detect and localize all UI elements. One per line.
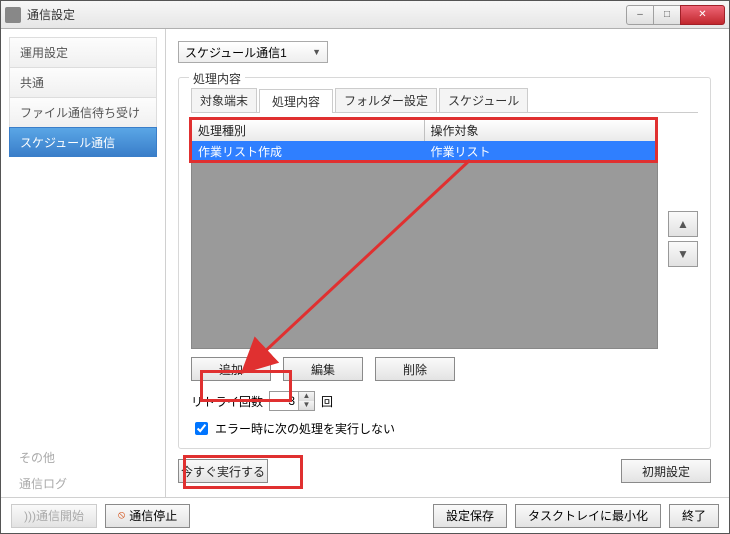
save-settings-button[interactable]: 設定保存 [433, 504, 507, 528]
tab-target-terminal[interactable]: 対象端末 [191, 88, 257, 112]
schedule-select[interactable]: スケジュール通信1 ▼ [178, 41, 328, 63]
button-label: 設定保存 [446, 507, 494, 524]
move-down-button[interactable]: ▼ [668, 241, 698, 267]
title-bar: 通信設定 – □ ✕ [1, 1, 729, 29]
schedule-select-value: スケジュール通信1 [185, 44, 287, 61]
close-button[interactable]: ✕ [680, 5, 725, 25]
tab-process-content[interactable]: 処理内容 [259, 89, 333, 113]
start-comm-button[interactable]: ))) 通信開始 [11, 504, 97, 528]
button-label: 通信停止 [129, 507, 177, 524]
spinner-down-icon[interactable]: ▼ [298, 401, 314, 410]
sidebar-item-common[interactable]: 共通 [9, 67, 157, 97]
col-target[interactable]: 操作対象 [425, 120, 658, 141]
minimize-to-tray-button[interactable]: タスクトレイに最小化 [515, 504, 661, 528]
retry-unit: 回 [321, 393, 333, 410]
execute-now-button[interactable]: 今すぐ実行する [178, 459, 268, 483]
sidebar-item-label: その他 [19, 451, 55, 465]
tab-schedule[interactable]: スケジュール [439, 88, 528, 112]
move-up-button[interactable]: ▲ [668, 211, 698, 237]
minimize-button[interactable]: – [626, 5, 654, 25]
col-process-type[interactable]: 処理種別 [192, 120, 425, 141]
button-label: 通信開始 [36, 507, 84, 524]
stop-icon: ⦸ [118, 509, 125, 522]
sidebar-item-schedule[interactable]: スケジュール通信 [9, 127, 157, 157]
reset-button[interactable]: 初期設定 [621, 459, 711, 483]
sidebar-item-commlog[interactable]: 通信ログ [9, 471, 157, 497]
sidebar-item-label: ファイル通信待ち受け [20, 106, 140, 120]
sidebar-item-file-wait[interactable]: ファイル通信待ち受け [9, 97, 157, 127]
process-group: 処理内容 対象端末 処理内容 フォルダー設定 スケジュール 処理種別 操作対象 … [178, 77, 711, 449]
button-label: タスクトレイに最小化 [528, 507, 648, 524]
tab-label: 処理内容 [272, 95, 320, 109]
button-label: 削除 [403, 361, 427, 378]
tab-label: 対象端末 [200, 94, 248, 108]
sidebar-item-label: 運用設定 [20, 46, 68, 60]
stop-comm-button[interactable]: ⦸ 通信停止 [105, 504, 190, 528]
group-title: 処理内容 [189, 70, 245, 87]
button-label: 追加 [219, 361, 243, 378]
table-row[interactable]: 作業リスト作成 作業リスト [192, 141, 657, 162]
stop-on-error-checkbox[interactable] [195, 422, 208, 435]
app-icon [5, 7, 21, 23]
process-table[interactable]: 処理種別 操作対象 作業リスト作成 作業リスト [191, 119, 658, 349]
add-button[interactable]: 追加 [191, 357, 271, 381]
tab-label: スケジュール [448, 94, 519, 108]
sidebar-item-label: 共通 [20, 76, 44, 90]
footer-bar: ))) 通信開始 ⦸ 通信停止 設定保存 タスクトレイに最小化 終了 [1, 497, 729, 533]
cell-target: 作業リスト [425, 141, 658, 162]
maximize-button[interactable]: □ [653, 5, 681, 25]
delete-button[interactable]: 削除 [375, 357, 455, 381]
edit-button[interactable]: 編集 [283, 357, 363, 381]
sidebar-item-label: スケジュール通信 [20, 136, 115, 150]
chevron-down-icon: ▼ [312, 47, 321, 57]
stop-on-error-label: エラー時に次の処理を実行しない [215, 420, 395, 437]
window-title: 通信設定 [27, 6, 627, 23]
sidebar-item-other[interactable]: その他 [9, 445, 157, 471]
retry-count-spinner[interactable]: 3 ▲ ▼ [269, 391, 315, 411]
sidebar-item-label: 通信ログ [19, 477, 67, 491]
retry-value: 3 [270, 394, 298, 408]
exit-button[interactable]: 終了 [669, 504, 719, 528]
retry-label: リトライ回数 [191, 393, 263, 410]
tab-label: フォルダー設定 [344, 94, 428, 108]
sidebar-item-operation[interactable]: 運用設定 [9, 37, 157, 67]
button-label: 終了 [682, 507, 706, 524]
content-pane: スケジュール通信1 ▼ 処理内容 対象端末 処理内容 フォルダー設定 スケジュー… [166, 29, 729, 497]
button-label: 初期設定 [642, 463, 690, 480]
sidebar: 運用設定 共通 ファイル通信待ち受け スケジュール通信 その他 通信ログ [1, 29, 166, 497]
tabs: 対象端末 処理内容 フォルダー設定 スケジュール [191, 88, 698, 113]
button-label: 今すぐ実行する [181, 463, 265, 480]
cell-process-type: 作業リスト作成 [192, 141, 425, 162]
button-label: 編集 [311, 361, 335, 378]
tab-folder-settings[interactable]: フォルダー設定 [335, 88, 437, 112]
